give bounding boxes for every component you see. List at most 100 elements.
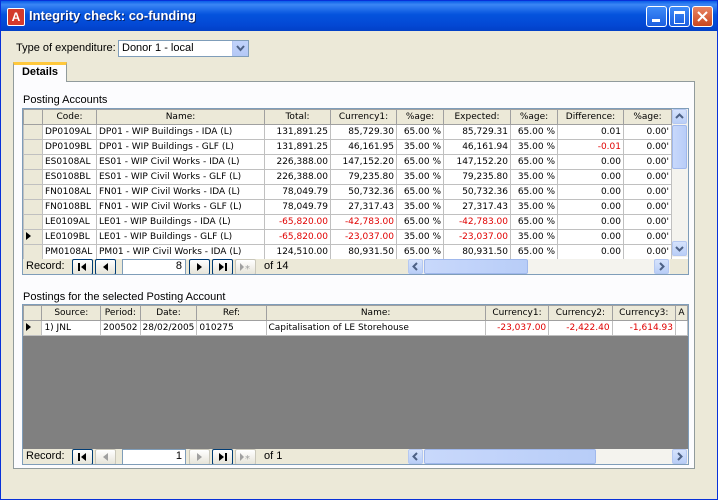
cell-name[interactable]: DP01 - WIP Buildings - IDA (L) <box>96 124 265 140</box>
app-icon[interactable]: A <box>7 8 25 26</box>
cell-pct1[interactable]: 35.00 % <box>396 229 444 245</box>
cell-pct1[interactable]: 65.00 % <box>396 214 444 230</box>
cell-pct2[interactable]: 35.00 % <box>510 139 558 155</box>
column-header[interactable]: Ref: <box>196 305 267 321</box>
row-selector[interactable] <box>23 184 43 200</box>
cell-pct3[interactable]: 0.00' <box>623 154 672 170</box>
previous-record-button[interactable] <box>95 259 116 274</box>
column-header[interactable]: Period: <box>100 305 141 321</box>
column-header[interactable]: Currency2: <box>548 305 613 321</box>
cell-cur1[interactable]: 50,732.36 <box>330 184 397 200</box>
cell-expected[interactable]: 79,235.80 <box>443 169 511 185</box>
row-selector[interactable] <box>23 124 43 140</box>
cell-currency1[interactable]: -23,037.00 <box>484 320 550 336</box>
cell-pct2[interactable]: 35.00 % <box>510 169 558 185</box>
cell-cur1[interactable]: 27,317.43 <box>330 199 397 215</box>
cell-total[interactable]: -65,820.00 <box>264 229 331 245</box>
table-row[interactable]: ES0108AL ES01 - WIP Civil Works - IDA (L)… <box>23 154 672 170</box>
cell-pct2[interactable]: 35.00 % <box>510 229 558 245</box>
cell-pct1[interactable]: 65.00 % <box>396 154 444 170</box>
cell-total[interactable]: 131,891.25 <box>264 139 331 155</box>
scroll-right-button[interactable] <box>654 259 669 274</box>
cell-name[interactable]: DP01 - WIP Buildings - GLF (L) <box>96 139 265 155</box>
column-header[interactable]: Source: <box>41 305 102 321</box>
cell-expected[interactable]: -23,037.00 <box>443 229 511 245</box>
cell-pct3[interactable]: 0.00' <box>623 214 672 230</box>
cell-total[interactable]: 226,388.00 <box>264 169 331 185</box>
column-header[interactable]: Code: <box>42 109 97 125</box>
scroll-thumb[interactable] <box>672 125 687 169</box>
new-record-button[interactable]: * <box>235 449 256 464</box>
cell-diff[interactable]: 0.00 <box>557 229 624 245</box>
cell-pct3[interactable]: 0.00' <box>623 229 672 245</box>
cell-expected[interactable]: 50,732.36 <box>443 184 511 200</box>
table-row[interactable]: ES0108BL ES01 - WIP Civil Works - GLF (L)… <box>23 169 672 185</box>
minimize-button[interactable] <box>646 6 667 27</box>
table-row[interactable]: DP0109AL DP01 - WIP Buildings - IDA (L) 13… <box>23 124 672 140</box>
cell-expected[interactable]: 46,161.94 <box>443 139 511 155</box>
row-selector[interactable] <box>23 199 43 215</box>
cell-currency3[interactable]: -1,614.93 <box>611 320 676 336</box>
cell-source[interactable]: 1) JNL <box>41 320 102 336</box>
cell-pct3[interactable]: 0.00' <box>623 169 672 185</box>
cell-diff[interactable]: 0.00 <box>557 184 624 200</box>
scroll-right-button[interactable] <box>672 449 687 464</box>
row-selector[interactable] <box>23 229 43 245</box>
dropdown-button[interactable] <box>232 41 248 56</box>
column-header[interactable]: A <box>674 305 688 321</box>
row-selector[interactable] <box>23 214 43 230</box>
cell-pct1[interactable]: 65.00 % <box>396 244 444 260</box>
cell-code[interactable]: DP0109AL <box>42 124 97 140</box>
column-header[interactable]: Name: <box>96 109 265 125</box>
cell-pct2[interactable]: 65.00 % <box>510 124 558 140</box>
cell-pct1[interactable]: 35.00 % <box>396 199 444 215</box>
cell-pct3[interactable]: 0.00' <box>623 184 672 200</box>
scroll-up-button[interactable] <box>672 109 687 124</box>
table-row[interactable]: PM0108AL PM01 - WIP Civil Works - IDA (L)… <box>23 244 672 260</box>
row-selector[interactable] <box>23 244 43 260</box>
cell-diff[interactable]: -0.01 <box>557 139 624 155</box>
cell-ref[interactable]: 010275 <box>196 320 267 336</box>
column-header[interactable]: Currency3: <box>611 305 676 321</box>
cell-pct1[interactable]: 65.00 % <box>396 124 444 140</box>
cell-pct3[interactable]: 0.00' <box>623 139 672 155</box>
column-header[interactable]: Currency1: <box>484 305 550 321</box>
expenditure-select[interactable]: Donor 1 - local <box>118 40 249 57</box>
record-number-input[interactable]: 1 <box>122 449 186 464</box>
cell-name[interactable]: FN01 - WIP Civil Works - IDA (L) <box>96 184 265 200</box>
cell-expected[interactable]: -42,783.00 <box>443 214 511 230</box>
cell-total[interactable]: 124,510.00 <box>264 244 331 260</box>
first-record-button[interactable] <box>72 259 93 274</box>
cell-code[interactable]: FN0108AL <box>42 184 97 200</box>
cell-pct3[interactable]: 0.00' <box>623 244 672 260</box>
tab-details[interactable]: Details <box>13 62 67 82</box>
table-row[interactable]: LE0109AL LE01 - WIP Buildings - IDA (L) -6… <box>23 214 672 230</box>
row-selector[interactable] <box>23 154 43 170</box>
cell-total[interactable]: 78,049.79 <box>264 199 331 215</box>
cell-total[interactable]: 131,891.25 <box>264 124 331 140</box>
cell-diff[interactable]: 0.00 <box>557 244 624 260</box>
cell-pct2[interactable]: 65.00 % <box>510 184 558 200</box>
cell-name[interactable]: Capitalisation of LE Storehouse <box>265 320 486 336</box>
h-scroll-thumb[interactable] <box>424 449 596 464</box>
cell-period[interactable]: 200502 <box>100 320 141 336</box>
new-record-button[interactable]: * <box>235 259 256 274</box>
close-button[interactable] <box>692 6 713 27</box>
cell-pct1[interactable]: 65.00 % <box>396 184 444 200</box>
cell-pct2[interactable]: 35.00 % <box>510 199 558 215</box>
cell-code[interactable]: DP0109BL <box>42 139 97 155</box>
cell-expected[interactable]: 85,729.31 <box>443 124 511 140</box>
cell-cur1[interactable]: 79,235.80 <box>330 169 397 185</box>
table-row[interactable]: LE0109BL LE01 - WIP Buildings - GLF (L) -6… <box>23 229 672 245</box>
cell-cur1[interactable]: -23,037.00 <box>330 229 397 245</box>
record-number-input[interactable]: 8 <box>122 259 186 274</box>
column-header[interactable]: Name: <box>265 305 486 321</box>
cell-code[interactable]: ES0108BL <box>42 169 97 185</box>
column-header[interactable]: %age: <box>396 109 444 125</box>
cell-name[interactable]: ES01 - WIP Civil Works - IDA (L) <box>96 154 265 170</box>
last-record-button[interactable] <box>212 449 233 464</box>
scroll-down-button[interactable] <box>672 241 687 256</box>
last-record-button[interactable] <box>212 259 233 274</box>
column-header[interactable]: Expected: <box>443 109 511 125</box>
horizontal-scrollbar[interactable] <box>408 259 670 274</box>
